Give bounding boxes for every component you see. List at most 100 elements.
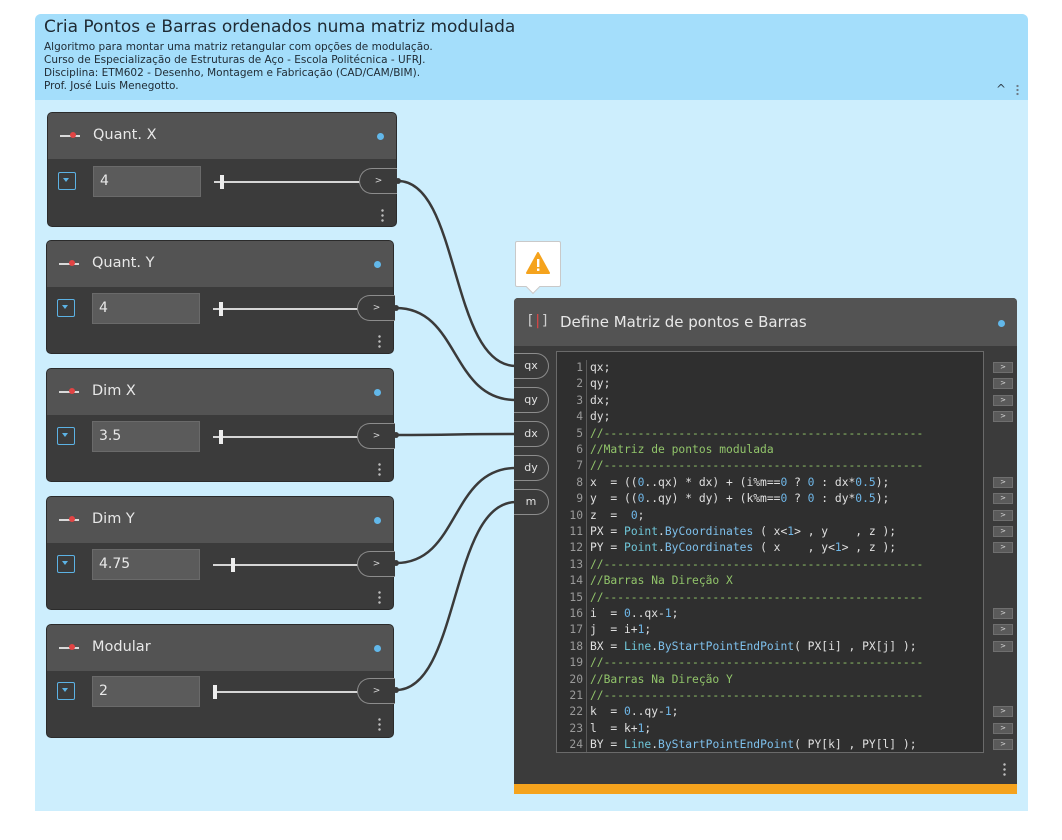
- output-port-line-4[interactable]: >: [993, 411, 1013, 423]
- more-options-icon[interactable]: [378, 717, 381, 731]
- input-port-dx[interactable]: dx: [514, 421, 549, 447]
- slider-thumb[interactable]: [231, 558, 235, 572]
- more-options-icon[interactable]: [381, 208, 384, 222]
- slider-node-modular[interactable]: Modular 2 >: [47, 625, 395, 737]
- output-port[interactable]: >: [357, 423, 395, 449]
- output-port-line-17[interactable]: >: [993, 624, 1013, 636]
- output-port-line-22[interactable]: >: [993, 706, 1013, 718]
- node-title: Dim Y: [92, 511, 135, 527]
- wire-dx[interactable]: [395, 432, 517, 437]
- code-token: > , z );: [841, 541, 897, 555]
- code-line: 4 dy;: [557, 409, 983, 426]
- code-token: ByCoordinates: [664, 525, 754, 538]
- slider-thumb[interactable]: [213, 685, 217, 699]
- slider-track[interactable]: [214, 181, 364, 183]
- slider-track[interactable]: [213, 436, 363, 438]
- input-port-m[interactable]: m: [514, 489, 549, 515]
- code-line: 17 j = i+1;: [557, 622, 983, 639]
- expand-toggle-icon[interactable]: [58, 172, 76, 190]
- line-number: 21: [557, 688, 587, 705]
- slider-track[interactable]: [213, 564, 363, 566]
- wire-m[interactable]: [395, 500, 517, 692]
- code-token: ;: [637, 508, 645, 522]
- node-title: Modular: [92, 639, 151, 655]
- output-port-line-9[interactable]: >: [993, 493, 1013, 505]
- wire-dy[interactable]: [395, 466, 517, 565]
- code-line: 3 dx;: [557, 392, 983, 410]
- wire-qy[interactable]: [395, 306, 517, 402]
- output-port-line-2[interactable]: >: [993, 378, 1013, 390]
- output-port-line-18[interactable]: >: [993, 640, 1013, 652]
- more-options-icon[interactable]: [378, 334, 381, 348]
- output-port[interactable]: >: [357, 678, 395, 704]
- output-port-line-16[interactable]: >: [993, 608, 1013, 619]
- code-token: : dx*: [814, 475, 856, 489]
- warning-bubble[interactable]: [515, 241, 561, 287]
- slider-thumb[interactable]: [219, 302, 223, 316]
- code-line: 1 qx;: [557, 360, 983, 377]
- code-token: ( PX[i] , PX[j] );: [794, 639, 917, 653]
- output-port-line-24[interactable]: >: [993, 739, 1013, 751]
- output-port-line-10[interactable]: >: [993, 509, 1013, 521]
- slider-node-dim-y[interactable]: Dim Y 4.75 >: [47, 497, 395, 609]
- input-port-qx[interactable]: qx: [514, 353, 549, 379]
- expand-toggle-icon[interactable]: [57, 555, 75, 573]
- value-input[interactable]: 4: [92, 293, 200, 324]
- code-token: ?: [787, 492, 808, 506]
- input-port-dy[interactable]: dy: [514, 455, 549, 481]
- status-dot: [374, 389, 381, 396]
- code-token: ..qx) * dx) + (i%m==: [644, 475, 781, 489]
- slider-thumb[interactable]: [220, 175, 224, 189]
- output-port[interactable]: >: [359, 168, 397, 194]
- line-number: 13: [557, 556, 587, 574]
- code-token: 0.5: [855, 475, 876, 489]
- status-dot: [374, 261, 381, 268]
- output-port-line-8[interactable]: >: [993, 476, 1013, 488]
- code-token: 0: [624, 607, 631, 620]
- wire-qx[interactable]: [397, 179, 517, 368]
- slider-node-quant-x[interactable]: Quant. X 4 >: [48, 113, 397, 226]
- line-number: 4: [557, 409, 587, 426]
- node-title: Quant. Y: [92, 255, 155, 271]
- code-token: ;: [644, 721, 652, 735]
- value-input[interactable]: 4.75: [92, 549, 200, 580]
- code-line: 15//------------------------------------…: [557, 589, 983, 606]
- code-token: j = i+: [590, 623, 638, 637]
- slider-node-quant-y[interactable]: Quant. Y 4 >: [47, 241, 395, 353]
- value-input[interactable]: 2: [92, 676, 200, 707]
- code-line: 20//Barras Na Direção Y: [557, 671, 983, 688]
- code-token: //Matriz de pontos modulada: [590, 443, 774, 456]
- output-port-line-1[interactable]: >: [993, 362, 1013, 373]
- line-number: 14: [557, 573, 587, 590]
- code-token: ByCoordinates: [664, 541, 754, 555]
- expand-toggle-icon[interactable]: [57, 682, 75, 700]
- more-options-icon[interactable]: [378, 462, 381, 476]
- slider-node-dim-x[interactable]: Dim X 3.5 >: [47, 369, 395, 481]
- slider-thumb[interactable]: [219, 430, 223, 444]
- output-port-line-11[interactable]: >: [993, 526, 1013, 537]
- output-port[interactable]: >: [357, 295, 395, 321]
- more-options-icon[interactable]: [1003, 762, 1006, 776]
- code-editor[interactable]: 1 qx; 2 qy; 3 dx; 4 dy; 5//---------------------…: [556, 351, 984, 753]
- line-number: 20: [557, 671, 587, 688]
- code-token: 0: [630, 508, 638, 522]
- code-token: Line: [624, 738, 652, 752]
- value-input[interactable]: 4: [93, 166, 201, 197]
- output-port-line-23[interactable]: >: [993, 722, 1013, 734]
- more-options-icon[interactable]: [378, 590, 381, 604]
- output-port-line-3[interactable]: >: [993, 394, 1013, 406]
- input-port-qy[interactable]: qy: [514, 387, 549, 413]
- status-dot: [374, 645, 381, 652]
- slider-track[interactable]: [213, 308, 363, 310]
- code-token: Line: [624, 639, 652, 653]
- expand-toggle-icon[interactable]: [57, 299, 75, 317]
- output-port-line-12[interactable]: >: [993, 542, 1013, 554]
- expand-toggle-icon[interactable]: [57, 427, 75, 445]
- code-token: 1: [664, 705, 672, 719]
- line-number: 17: [557, 622, 587, 639]
- output-port[interactable]: >: [357, 551, 395, 577]
- value-input[interactable]: 3.5: [92, 421, 200, 452]
- code-line: 13//------------------------------------…: [557, 556, 983, 574]
- code-line: 2 qy;: [557, 376, 983, 393]
- slider-track[interactable]: [213, 691, 363, 693]
